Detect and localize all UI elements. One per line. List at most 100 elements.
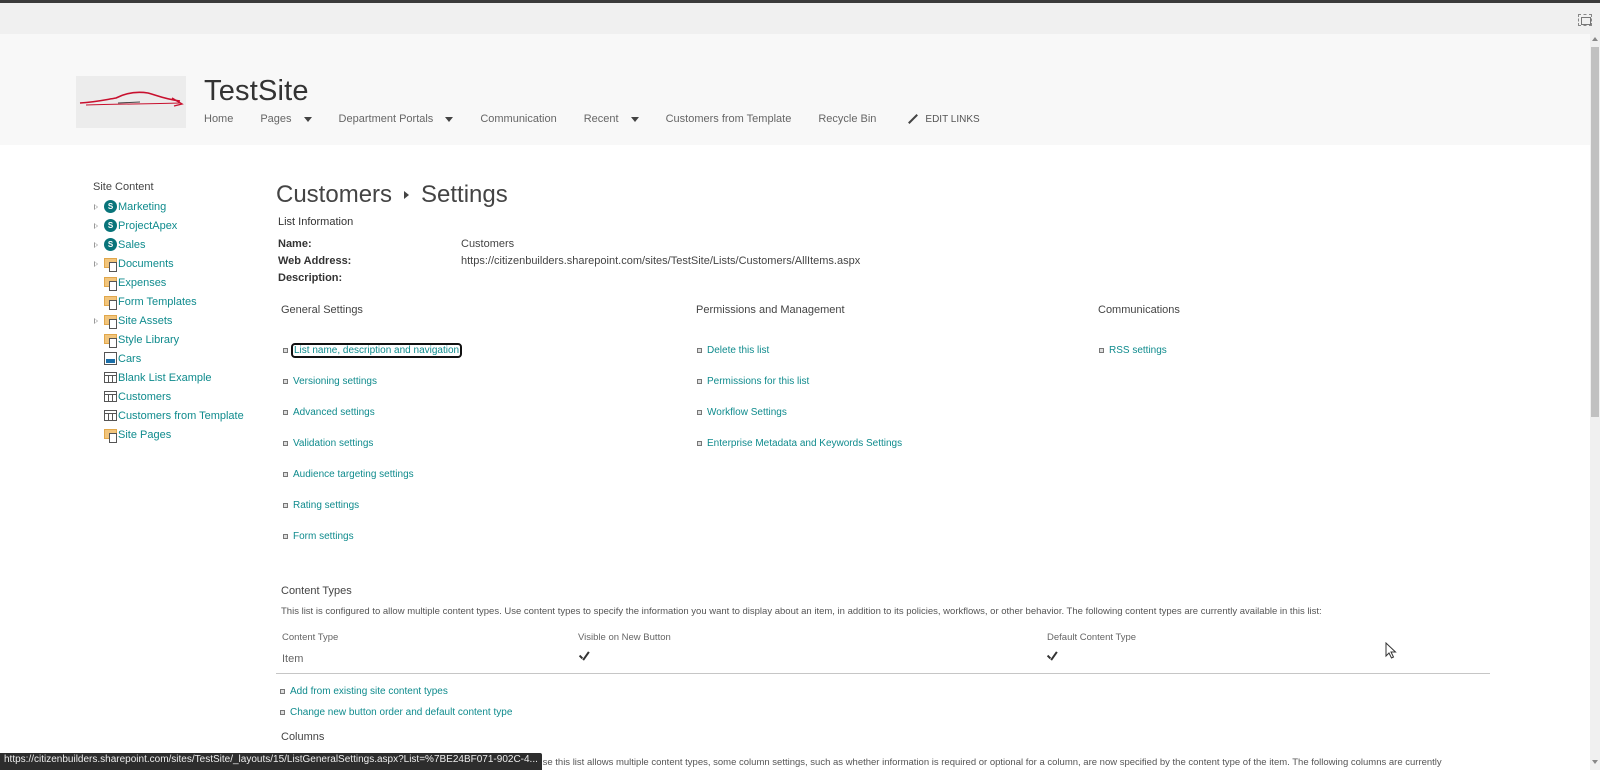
- link-rating-settings[interactable]: Rating settings: [283, 500, 359, 511]
- sharepoint-site-icon: S: [104, 238, 120, 252]
- link-add-existing-content-types[interactable]: Add from existing site content types: [280, 686, 448, 697]
- nav-department-portals[interactable]: Department Portals: [339, 113, 454, 125]
- site-logo[interactable]: [76, 76, 186, 128]
- nav-pages[interactable]: Pages: [260, 113, 312, 125]
- leftnav-label: Blank List Example: [118, 371, 212, 384]
- site-header: TestSite Home Pages Department Portals C…: [0, 34, 1590, 145]
- leftnav-item-marketing[interactable]: S Marketing: [93, 197, 166, 216]
- link-rss-settings[interactable]: RSS settings: [1099, 345, 1167, 356]
- caret-down-icon[interactable]: [303, 116, 312, 122]
- page-scrollbar[interactable]: [1590, 34, 1600, 770]
- edit-links-label: EDIT LINKS: [925, 113, 980, 125]
- scroll-up-arrow-icon[interactable]: [1592, 37, 1598, 41]
- link-label: Enterprise Metadata and Keywords Setting…: [707, 438, 903, 449]
- bullet-icon: [283, 503, 288, 508]
- bullet-icon: [283, 348, 288, 353]
- link-label: Rating settings: [293, 500, 360, 511]
- table-divider: [276, 673, 1490, 674]
- pencil-icon: [908, 114, 919, 125]
- web-address-value: https://citizenbuilders.sharepoint.com/s…: [461, 255, 861, 267]
- breadcrumb-list-link[interactable]: Customers: [276, 181, 392, 209]
- leftnav-item-style-library[interactable]: Style Library: [93, 330, 179, 349]
- list-icon: [104, 372, 117, 383]
- link-advanced-settings[interactable]: Advanced settings: [283, 407, 375, 418]
- link-workflow-settings[interactable]: Workflow Settings: [697, 407, 787, 418]
- link-label: Form settings: [293, 531, 354, 542]
- site-title[interactable]: TestSite: [204, 75, 309, 108]
- nav-communication[interactable]: Communication: [480, 113, 556, 125]
- link-versioning-settings[interactable]: Versioning settings: [283, 376, 377, 387]
- leftnav-label: Sales: [118, 238, 146, 251]
- link-validation-settings[interactable]: Validation settings: [283, 438, 373, 449]
- content-type-item-link[interactable]: Item: [282, 653, 303, 665]
- link-label: Versioning settings: [293, 376, 377, 387]
- link-label: List name, description and navigation: [290, 343, 463, 358]
- link-enterprise-metadata-keywords[interactable]: Enterprise Metadata and Keywords Setting…: [697, 438, 902, 449]
- expand-icon[interactable]: [94, 317, 98, 324]
- column-header-visible-on-new: Visible on New Button: [578, 632, 671, 643]
- site-content-heading[interactable]: Site Content: [93, 181, 154, 193]
- link-change-new-button-order[interactable]: Change new button order and default cont…: [280, 707, 512, 718]
- bullet-icon: [280, 689, 285, 694]
- fullscreen-icon[interactable]: [1578, 14, 1592, 26]
- leftnav-item-site-assets[interactable]: Site Assets: [93, 311, 172, 330]
- leftnav-item-customers[interactable]: Customers: [93, 387, 171, 406]
- link-audience-targeting-settings[interactable]: Audience targeting settings: [283, 469, 414, 480]
- leftnav-label: Style Library: [118, 333, 180, 346]
- leftnav-label: Customers from Template: [118, 409, 244, 422]
- status-bar-url: https://citizenbuilders.sharepoint.com/s…: [0, 753, 542, 770]
- scroll-down-arrow-icon[interactable]: [1592, 760, 1598, 764]
- link-permissions-for-this-list[interactable]: Permissions for this list: [697, 376, 809, 387]
- nav-label: Department Portals: [338, 113, 434, 125]
- bullet-icon: [1099, 348, 1104, 353]
- link-delete-this-list[interactable]: Delete this list: [697, 345, 769, 356]
- caret-down-icon[interactable]: [445, 116, 454, 122]
- expand-icon[interactable]: [94, 203, 98, 210]
- top-navigation: Home Pages Department Portals Communicat…: [204, 113, 980, 125]
- caret-down-icon[interactable]: [630, 116, 639, 122]
- bullet-icon: [283, 472, 288, 477]
- edit-links-button[interactable]: EDIT LINKS: [908, 114, 979, 125]
- leftnav-item-expenses[interactable]: Expenses: [93, 273, 166, 292]
- leftnav-label: Form Templates: [118, 295, 197, 308]
- link-list-name-description-navigation[interactable]: List name, description and navigation: [283, 343, 463, 358]
- leftnav-item-documents[interactable]: Documents: [93, 254, 174, 273]
- link-label: RSS settings: [1109, 345, 1167, 356]
- description-label: Description:: [278, 272, 343, 284]
- document-library-icon: [104, 333, 117, 348]
- leftnav-item-blank-list-example[interactable]: Blank List Example: [93, 368, 212, 387]
- nav-recent[interactable]: Recent: [584, 113, 639, 125]
- breadcrumb-current-page: Settings: [421, 181, 508, 208]
- bullet-icon: [283, 410, 288, 415]
- column-header-content-type: Content Type: [282, 632, 339, 643]
- scrollbar-thumb[interactable]: [1591, 47, 1599, 417]
- link-label: Audience targeting settings: [293, 469, 414, 480]
- leftnav-item-site-pages[interactable]: Site Pages: [93, 425, 171, 444]
- leftnav-item-cars[interactable]: Cars: [93, 349, 154, 368]
- nav-label: Customers from Template: [665, 113, 792, 125]
- nav-recycle-bin[interactable]: Recycle Bin: [818, 113, 876, 125]
- name-label: Name:: [278, 238, 312, 250]
- nav-home[interactable]: Home: [204, 113, 233, 125]
- content-types-heading: Content Types: [281, 585, 352, 597]
- leftnav-item-form-templates[interactable]: Form Templates: [93, 292, 197, 311]
- leftnav-label: Customers: [118, 390, 172, 403]
- leftnav-item-customers-from-template[interactable]: Customers from Template: [93, 406, 244, 425]
- bullet-icon: [697, 348, 702, 353]
- list-icon: [104, 410, 117, 421]
- leftnav-item-sales[interactable]: S Sales: [93, 235, 154, 254]
- link-form-settings[interactable]: Form settings: [283, 531, 354, 542]
- nav-customers-from-template[interactable]: Customers from Template: [666, 113, 792, 125]
- leftnav-label: ProjectApex: [118, 219, 178, 232]
- bullet-icon: [283, 441, 288, 446]
- nav-label: Communication: [480, 113, 557, 125]
- document-library-icon: [104, 314, 117, 329]
- leftnav-label: Site Assets: [118, 314, 173, 327]
- leftnav-item-projectapex[interactable]: S ProjectApex: [93, 216, 177, 235]
- expand-icon[interactable]: [94, 260, 98, 267]
- expand-icon[interactable]: [94, 241, 98, 248]
- permissions-management-heading: Permissions and Management: [696, 304, 845, 316]
- expand-icon[interactable]: [94, 222, 98, 229]
- browser-toolbar: [0, 3, 1600, 34]
- bullet-icon: [283, 379, 288, 384]
